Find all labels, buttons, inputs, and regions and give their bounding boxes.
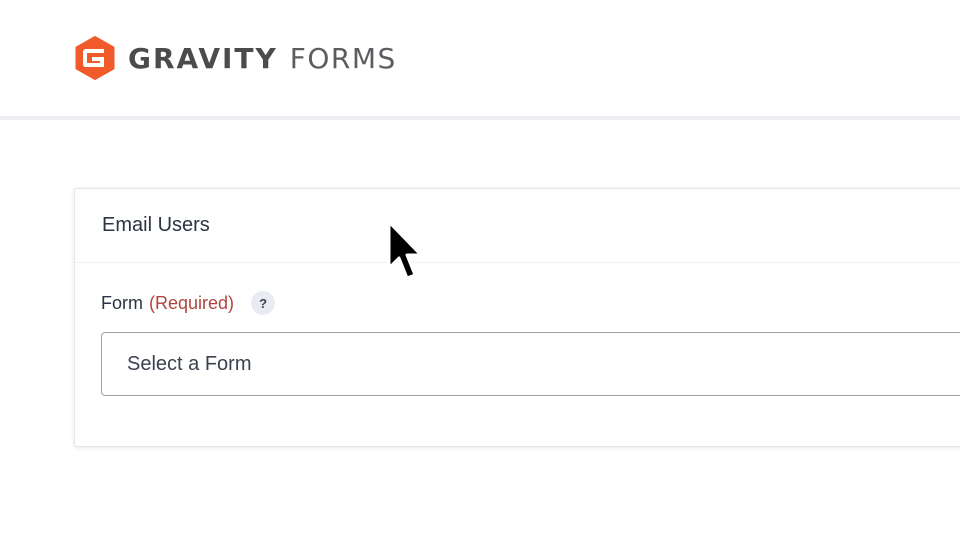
- brand-name-strong: GRAVITY: [128, 41, 278, 75]
- field-label-row: Form (Required) ?: [101, 289, 960, 317]
- gravity-forms-logo-icon: [75, 36, 115, 80]
- field-label: Form: [101, 292, 143, 313]
- card-title: Email Users: [102, 214, 210, 236]
- settings-card: Email Users Form (Required) ? Select a F…: [74, 188, 960, 447]
- card-header: Email Users: [75, 189, 960, 263]
- app-window: GRAVITY FORMS Email Users Form (Required…: [0, 0, 960, 540]
- mouse-pointer-icon: [387, 220, 423, 280]
- form-select-value: Select a Form: [127, 352, 252, 375]
- help-icon[interactable]: ?: [251, 291, 276, 315]
- form-select[interactable]: Select a Form: [101, 332, 960, 396]
- required-indicator: (Required): [149, 292, 235, 313]
- brand-name-light: FORMS: [289, 41, 397, 75]
- brand-logo[interactable]: GRAVITY FORMS: [74, 36, 397, 80]
- form-field: Form (Required) ? Select a Form: [101, 289, 960, 396]
- app-header: GRAVITY FORMS: [0, 0, 960, 120]
